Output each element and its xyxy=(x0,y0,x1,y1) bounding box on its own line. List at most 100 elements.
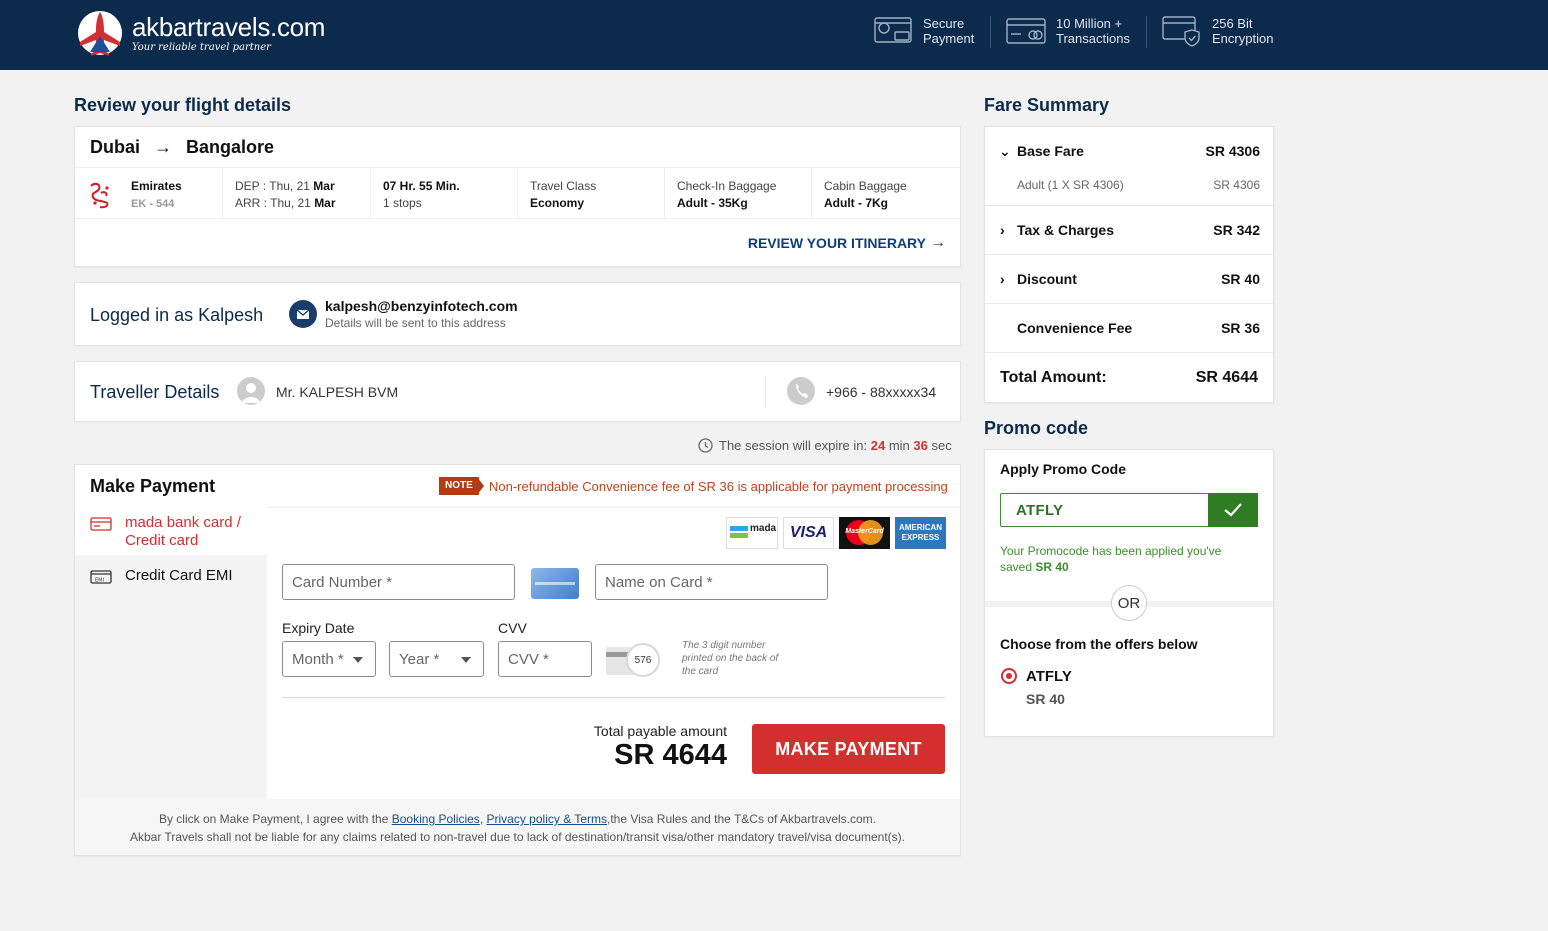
airline-cell: Emirates EK - 544 xyxy=(75,168,223,218)
caret-down-icon xyxy=(353,657,363,663)
cabin-label: Cabin Baggage xyxy=(824,179,907,193)
cvv-sample-number: 576 xyxy=(626,643,660,677)
promo-success-prefix: Your Promocode has been applied you've s… xyxy=(1000,544,1222,574)
adult-fare-label: Adult (1 X SR 4306) xyxy=(1017,178,1124,192)
month-placeholder: Month * xyxy=(292,650,344,668)
email-note: Details will be sent to this address xyxy=(325,316,506,330)
privacy-terms-link[interactable]: Privacy policy & Terms xyxy=(487,812,607,826)
fare-summary-title: Fare Summary xyxy=(984,95,1110,115)
total-payable-amount: SR 4644 xyxy=(614,739,727,771)
checkmark-icon xyxy=(1224,503,1242,517)
dep-label: DEP : xyxy=(235,179,267,193)
badge-line2: Payment xyxy=(923,31,975,46)
secure-payment-badge: Secure Payment xyxy=(873,14,974,48)
card-number-input[interactable]: Card Number * xyxy=(282,564,515,600)
secure-payment-icon xyxy=(874,17,912,43)
review-itinerary-label: REVIEW YOUR ITINERARY xyxy=(747,235,926,251)
credit-card-icon xyxy=(90,517,112,531)
avatar-icon xyxy=(237,377,265,405)
disclaimer: Akbar Travels shall not be liable for an… xyxy=(129,830,906,844)
total-payable-label: Total payable amount xyxy=(593,723,727,739)
terms-comma: , xyxy=(479,812,484,826)
cabin-value: Adult - 7Kg xyxy=(824,196,888,210)
duration-cell: 07 Hr. 55 Min. 1 stops xyxy=(371,168,518,218)
duration: 07 Hr. 55 Min. xyxy=(383,179,460,193)
chevron-right-icon: › xyxy=(1000,271,1005,287)
arrow-right-icon: → xyxy=(154,137,173,157)
divider xyxy=(282,697,945,698)
discount-row[interactable]: › Discount SR 40 xyxy=(985,255,1273,304)
total-label: Total Amount: xyxy=(1000,369,1107,386)
top-header: akbartravels.com Your reliable travel pa… xyxy=(0,0,1548,70)
terms-prefix: By click on Make Payment, I agree with t… xyxy=(158,812,389,826)
logged-in-label: Logged in as Kalpesh xyxy=(90,305,264,325)
year-placeholder: Year * xyxy=(399,650,440,668)
divider xyxy=(1146,16,1147,48)
payment-option-credit-emi[interactable]: EMI Credit Card EMI xyxy=(75,567,267,585)
promo-code-input[interactable]: ATFLY xyxy=(1000,493,1258,527)
checkin-baggage-cell: Check-In Baggage Adult - 35Kg xyxy=(665,168,812,218)
svg-text:EMI: EMI xyxy=(95,578,104,584)
flight-details-card: Dubai → Bangalore Emirates EK - 544 DEP :… xyxy=(74,126,961,267)
arr-day: Thu, 21 xyxy=(270,196,311,210)
tax-row[interactable]: › Tax & Charges SR 342 xyxy=(985,206,1273,255)
note-text: Non-refundable Convenience fee of SR 36 … xyxy=(489,479,948,494)
promo-code-value: ATFLY xyxy=(1016,502,1064,519)
payment-option-mada-credit[interactable]: mada bank card / Credit card xyxy=(75,507,267,555)
offer-code: ATFLY xyxy=(1026,668,1072,685)
brand-logo[interactable]: akbartravels.com Your reliable travel pa… xyxy=(76,6,325,58)
transactions-card-icon xyxy=(1006,18,1046,44)
traveller-card: Traveller Details Mr. KALPESH BVM +966 -… xyxy=(74,361,961,422)
convenience-value: SR 36 xyxy=(1221,320,1260,336)
cvv-sample-card-icon: 576 xyxy=(606,643,662,677)
phone-icon xyxy=(787,377,815,405)
flight-section-title: Review your flight details xyxy=(74,95,292,115)
cvv-input[interactable]: CVV * xyxy=(498,641,592,677)
schedule-cell: DEP : Thu, 21 Mar ARR : Thu, 21 Mar xyxy=(223,168,371,218)
envelope-icon xyxy=(289,300,317,328)
expiry-year-select[interactable]: Year * xyxy=(389,641,484,677)
discount-label: Discount xyxy=(1017,271,1077,287)
traveller-name: Mr. KALPESH BVM xyxy=(276,384,399,400)
expiry-month-select[interactable]: Month * xyxy=(282,641,376,677)
badge-line1: 10 Million + xyxy=(1056,16,1123,31)
fare-summary-card: ⌄ Base Fare SR 4306 Adult (1 X SR 4306) … xyxy=(984,126,1274,403)
checkin-label: Check-In Baggage xyxy=(677,179,777,193)
chevron-down-icon: ⌄ xyxy=(999,143,1011,159)
flight-info-row: Emirates EK - 544 DEP : Thu, 21 Mar ARR :… xyxy=(75,167,960,219)
emirates-logo-icon xyxy=(90,182,109,209)
promo-saved-amount: SR 40 xyxy=(1035,560,1069,574)
promo-apply-button[interactable] xyxy=(1208,493,1258,527)
payment-title: Make Payment xyxy=(90,476,216,496)
base-fare-row[interactable]: ⌄ Base Fare SR 4306 Adult (1 X SR 4306) … xyxy=(985,127,1273,206)
origin-city: Dubai xyxy=(90,137,141,157)
divider xyxy=(990,16,991,48)
or-separator: OR xyxy=(1111,585,1147,621)
session-min-label: min xyxy=(888,438,910,453)
arr-label: ARR : xyxy=(235,196,268,210)
dep-day: Thu, 21 xyxy=(269,179,310,193)
traveller-label: Traveller Details xyxy=(90,382,220,402)
mada-label: mada xyxy=(750,523,777,534)
divider xyxy=(765,376,766,408)
airplane-logo-icon xyxy=(78,11,122,56)
offer-radio-atfly[interactable] xyxy=(1001,668,1017,684)
apply-promo-label: Apply Promo Code xyxy=(1000,461,1127,477)
class-label: Travel Class xyxy=(530,179,597,193)
emi-card-icon: EMI xyxy=(90,570,112,584)
session-timer: The session will expire in: 24 min 36 se… xyxy=(698,438,952,453)
expiry-label: Expiry Date xyxy=(282,620,355,636)
booking-policies-link[interactable]: Booking Policies xyxy=(392,812,480,826)
convenience-row: Convenience Fee SR 36 xyxy=(985,304,1273,353)
badge-line1: 256 Bit xyxy=(1212,16,1253,31)
name-on-card-input[interactable]: Name on Card * xyxy=(595,564,828,600)
cabin-baggage-cell: Cabin Baggage Adult - 7Kg xyxy=(812,168,960,218)
option-line2: Credit card xyxy=(125,532,199,549)
mada-logo: mada xyxy=(726,517,778,549)
transactions-badge: 10 Million + Transactions xyxy=(1006,14,1130,48)
review-itinerary-link[interactable]: REVIEW YOUR ITINERARY → xyxy=(748,234,946,252)
card-image-icon xyxy=(531,568,579,599)
make-payment-button[interactable]: MAKE PAYMENT xyxy=(752,724,945,774)
caret-down-icon xyxy=(461,657,471,663)
class-cell: Travel Class Economy xyxy=(518,168,665,218)
